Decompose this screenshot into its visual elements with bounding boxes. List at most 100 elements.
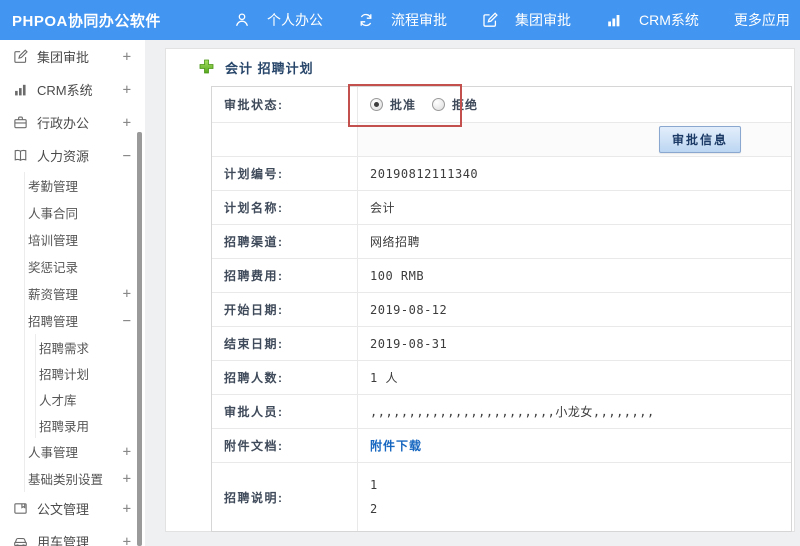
sidebar-scrollbar[interactable] bbox=[137, 132, 142, 546]
plus-icon bbox=[199, 59, 214, 77]
field-value: 1 2 bbox=[358, 463, 791, 531]
sidebar-item-label: 人才库 bbox=[39, 393, 77, 408]
nav-label: 集团审批 bbox=[515, 12, 571, 28]
book-icon bbox=[12, 148, 28, 164]
sidebar-item-salary[interactable]: 薪资管理 + bbox=[25, 280, 145, 307]
expand-icon[interactable]: + bbox=[123, 82, 131, 98]
content-area: 会计 招聘计划 审批状态: 批准 拒绝 审批信息 计划编号: 201908121… bbox=[145, 40, 800, 546]
status-options: 批准 拒绝 bbox=[358, 87, 791, 122]
nav-label: CRM系统 bbox=[639, 12, 699, 28]
nav-label: 流程审批 bbox=[391, 12, 447, 28]
sidebar-item-label: 基础类别设置 bbox=[28, 473, 104, 487]
page-title-row: 会计 招聘计划 bbox=[166, 49, 794, 86]
field-label: 计划编号: bbox=[212, 157, 358, 190]
top-bar: PHPOA协同办公软件 个人办公 流程审批 集团审批 CRM系统 更多应用 bbox=[0, 0, 800, 40]
field-value: 20190812111340 bbox=[370, 166, 479, 181]
sidebar-item-label: 人力资源 bbox=[37, 149, 90, 164]
sidebar-item-personnel-mgmt[interactable]: 人事管理 + bbox=[25, 438, 145, 465]
edit-icon bbox=[482, 12, 498, 28]
field-label: 开始日期: bbox=[212, 293, 358, 326]
sidebar-item-label: CRM系统 bbox=[37, 83, 93, 98]
sidebar-item-recruit-hire[interactable]: 招聘录用 bbox=[36, 412, 145, 438]
form-row-start-date: 开始日期: 2019-08-12 bbox=[212, 293, 791, 327]
expand-icon[interactable]: + bbox=[123, 49, 131, 65]
sidebar-item-label: 考勤管理 bbox=[28, 180, 79, 194]
sidebar-item-admin-office[interactable]: 行政办公 + bbox=[0, 106, 145, 139]
form-row-channel: 招聘渠道: 网络招聘 bbox=[212, 225, 791, 259]
field-value: 100 RMB bbox=[370, 268, 425, 283]
form-row-description: 招聘说明: 1 2 bbox=[212, 463, 791, 531]
field-label-empty bbox=[212, 123, 358, 156]
field-label: 招聘渠道: bbox=[212, 225, 358, 258]
approval-form: 审批状态: 批准 拒绝 审批信息 计划编号: 20190812111340 计划… bbox=[211, 86, 792, 532]
form-row-headcount: 招聘人数: 1 人 bbox=[212, 361, 791, 395]
sidebar-item-hr[interactable]: 人力资源 − bbox=[0, 139, 145, 172]
description-line: 2 bbox=[370, 502, 378, 516]
sidebar-item-document-mgmt[interactable]: 公文管理 + bbox=[0, 492, 145, 525]
field-value: ,,,,,,,,,,,,,,,,,,,,,,,,小龙女,,,,,,,, bbox=[370, 405, 655, 419]
sidebar-item-label: 薪资管理 bbox=[28, 288, 79, 302]
radio-reject[interactable] bbox=[432, 98, 446, 111]
expand-icon[interactable]: + bbox=[123, 286, 131, 302]
sidebar-item-label: 招聘需求 bbox=[39, 341, 90, 356]
sidebar-item-label: 招聘计划 bbox=[39, 367, 90, 382]
sidebar-item-label: 招聘录用 bbox=[39, 419, 90, 434]
sidebar-item-hr-contract[interactable]: 人事合同 bbox=[25, 199, 145, 226]
field-value: 2019-08-12 bbox=[370, 302, 448, 317]
collapse-icon[interactable]: − bbox=[123, 313, 131, 329]
sidebar: 集团审批 + CRM系统 + 行政办公 + 人力资源 − 考勤管理 人事合同 培… bbox=[0, 40, 145, 546]
sidebar-item-label: 奖惩记录 bbox=[28, 261, 79, 275]
approval-info-button[interactable]: 审批信息 bbox=[658, 126, 741, 153]
field-label: 招聘人数: bbox=[212, 361, 358, 394]
recruit-submenu: 招聘需求 招聘计划 人才库 招聘录用 bbox=[35, 334, 145, 438]
content-panel: 会计 招聘计划 审批状态: 批准 拒绝 审批信息 计划编号: 201908121… bbox=[165, 48, 795, 532]
nav-item-personal-office[interactable]: 个人办公 bbox=[234, 10, 323, 30]
field-value: 附件下载 bbox=[358, 429, 791, 462]
doc-icon bbox=[12, 501, 28, 517]
sidebar-item-label: 行政办公 bbox=[37, 116, 90, 131]
sidebar-item-recruit-mgmt[interactable]: 招聘管理 − bbox=[25, 307, 145, 334]
radio-approve[interactable] bbox=[370, 98, 383, 111]
field-value: 会计 bbox=[370, 201, 396, 215]
nav-item-process-approval[interactable]: 流程审批 bbox=[358, 10, 447, 30]
sidebar-item-training[interactable]: 培训管理 bbox=[25, 226, 145, 253]
hr-submenu: 考勤管理 人事合同 培训管理 奖惩记录 薪资管理 + 招聘管理 − 招聘需求 招… bbox=[24, 172, 145, 492]
form-row-status: 审批状态: 批准 拒绝 bbox=[212, 87, 791, 123]
sidebar-item-recruit-plan[interactable]: 招聘计划 bbox=[36, 360, 145, 386]
expand-icon[interactable]: + bbox=[123, 501, 131, 517]
user-icon bbox=[234, 12, 250, 28]
expand-icon[interactable]: + bbox=[123, 444, 131, 460]
sidebar-item-label: 人事合同 bbox=[28, 207, 79, 221]
field-label: 招聘费用: bbox=[212, 259, 358, 292]
sidebar-item-group-approval[interactable]: 集团审批 + bbox=[0, 40, 145, 73]
sidebar-item-rewards[interactable]: 奖惩记录 bbox=[25, 253, 145, 280]
nav-item-group-approval[interactable]: 集团审批 bbox=[482, 10, 571, 30]
field-label: 审批人员: bbox=[212, 395, 358, 428]
sidebar-item-recruit-demand[interactable]: 招聘需求 bbox=[36, 334, 145, 360]
nav-item-more-apps[interactable]: 更多应用 ▼ bbox=[734, 10, 800, 30]
sidebar-item-crm[interactable]: CRM系统 + bbox=[0, 73, 145, 106]
sidebar-item-label: 招聘管理 bbox=[28, 315, 79, 329]
field-label: 招聘说明: bbox=[212, 463, 358, 531]
field-label: 审批状态: bbox=[212, 87, 358, 122]
nav-item-crm[interactable]: CRM系统 bbox=[606, 10, 699, 30]
button-cell: 审批信息 bbox=[358, 123, 791, 156]
description-line: 1 bbox=[370, 478, 378, 492]
attachment-download-link[interactable]: 附件下载 bbox=[370, 437, 422, 454]
sidebar-item-label: 人事管理 bbox=[28, 446, 79, 460]
collapse-icon[interactable]: − bbox=[123, 148, 131, 164]
sidebar-item-vehicle-mgmt[interactable]: 用车管理 + bbox=[0, 525, 145, 546]
form-row-plan-name: 计划名称: 会计 bbox=[212, 191, 791, 225]
sidebar-item-attendance[interactable]: 考勤管理 bbox=[25, 172, 145, 199]
page-title: 会计 招聘计划 bbox=[225, 61, 314, 76]
expand-icon[interactable]: + bbox=[123, 115, 131, 131]
sidebar-item-talent-pool[interactable]: 人才库 bbox=[36, 386, 145, 412]
form-row-end-date: 结束日期: 2019-08-31 bbox=[212, 327, 791, 361]
expand-icon[interactable]: + bbox=[123, 534, 131, 546]
nav-label: 个人办公 bbox=[267, 12, 323, 28]
chart-icon bbox=[12, 82, 28, 98]
expand-icon[interactable]: + bbox=[123, 471, 131, 487]
sidebar-item-base-category[interactable]: 基础类别设置 + bbox=[25, 465, 145, 492]
sidebar-item-label: 公文管理 bbox=[37, 502, 90, 517]
form-row-attachment: 附件文档: 附件下载 bbox=[212, 429, 791, 463]
